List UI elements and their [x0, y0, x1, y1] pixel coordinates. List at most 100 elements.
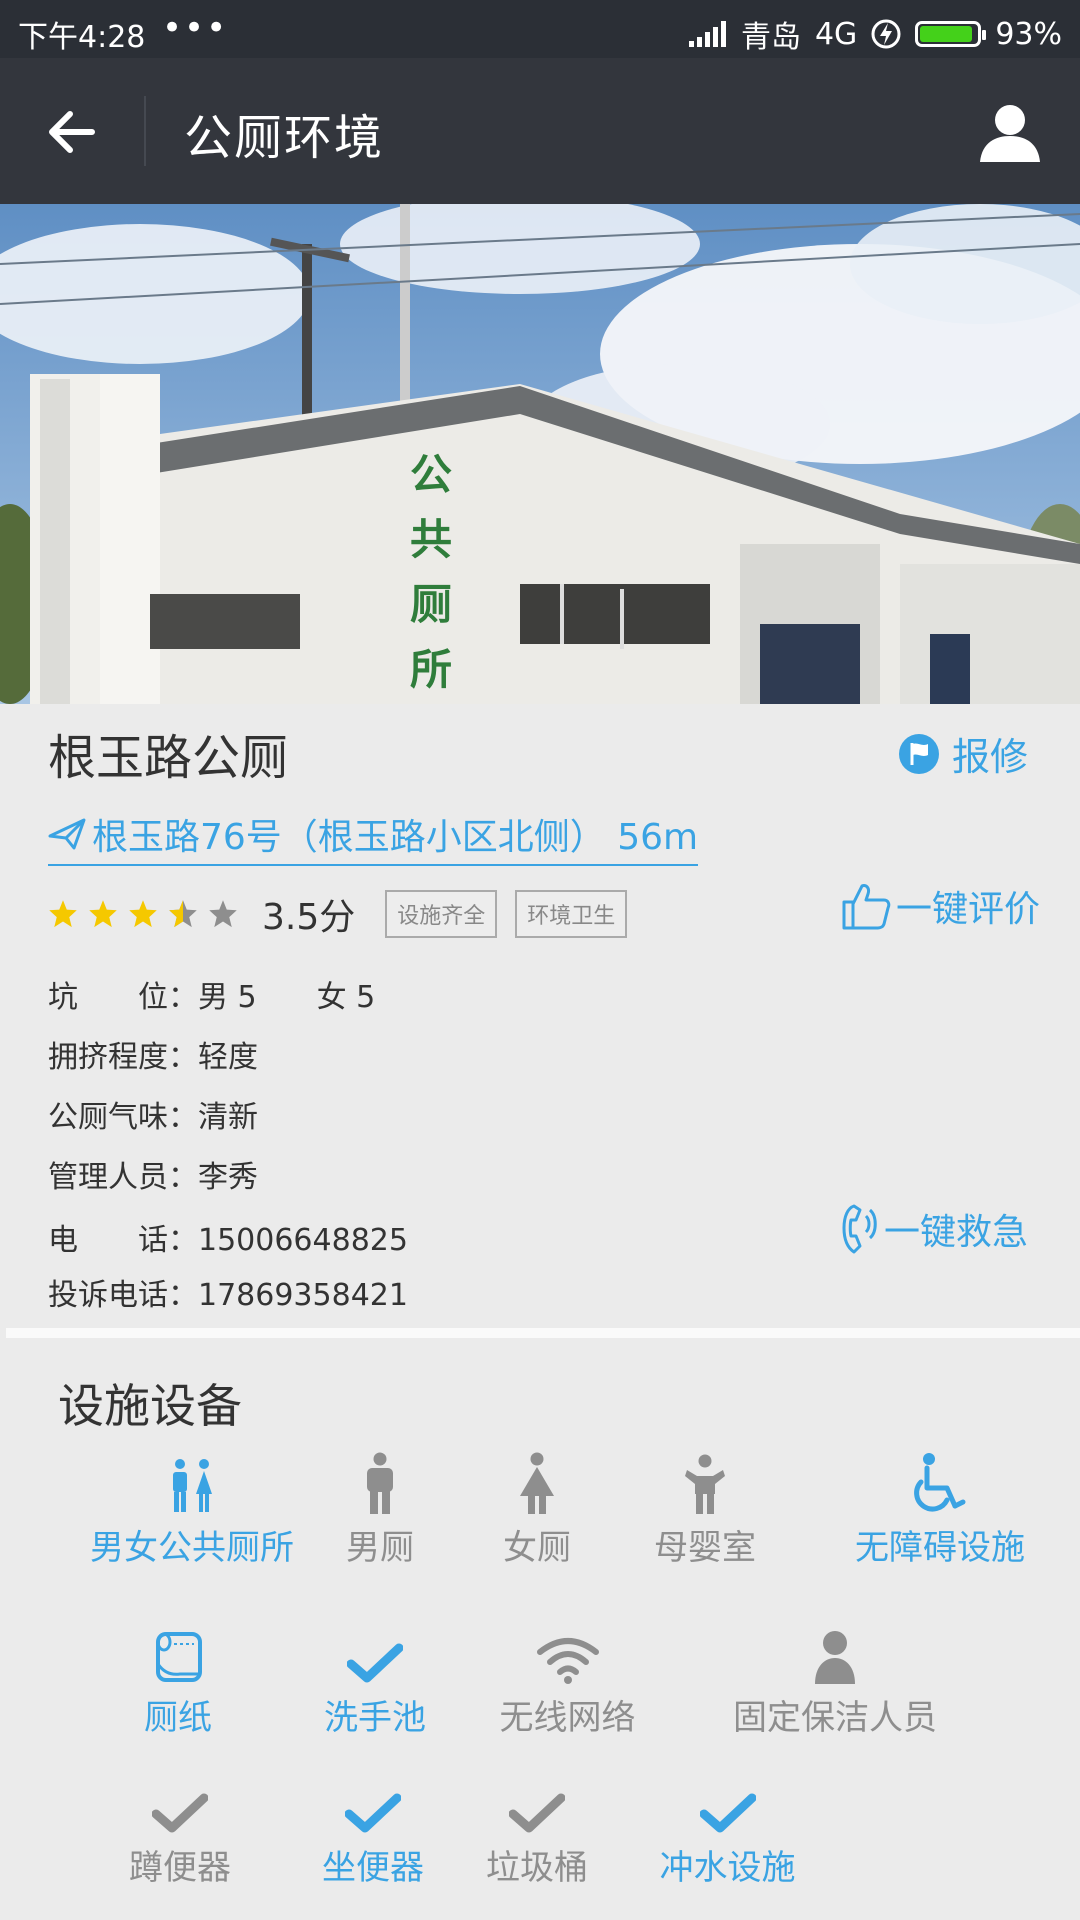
facility-label: 无障碍设施	[855, 1528, 1025, 1568]
detail-value: 李秀	[198, 1160, 258, 1195]
carrier-label: 青岛	[740, 20, 801, 55]
check-icon	[699, 1793, 756, 1833]
detail-label: 投诉电话：	[48, 1278, 198, 1313]
check-icon	[347, 1643, 403, 1683]
tag-hygiene: 环境卫生	[515, 890, 628, 938]
facility-label: 洗手池	[324, 1698, 426, 1738]
user-profile-icon[interactable]	[978, 100, 1042, 164]
emergency-button[interactable]: 一键救急	[840, 1202, 1028, 1256]
star-icon	[89, 900, 117, 928]
flag-icon	[898, 733, 939, 774]
page-title: 公厕环境	[184, 110, 385, 166]
facility-cleaner: 固定保洁人员	[720, 1620, 950, 1739]
toilet-photo: 公 共 厕 所	[0, 204, 1080, 704]
facility-accessible: 无障碍设施	[845, 1450, 1035, 1569]
detail-complaint-phone: 投诉电话：17869358421	[48, 1270, 408, 1314]
facility-label: 厕纸	[144, 1698, 212, 1738]
detail-stalls: 坑 位：男 5 女 5	[48, 972, 375, 1016]
address-text: 根玉路76号（根玉路小区北侧） 56m	[92, 817, 699, 858]
facility-label: 固定保洁人员	[733, 1698, 937, 1738]
facility-men: 男厕	[330, 1450, 430, 1569]
svg-text:共: 共	[410, 515, 452, 564]
check-icon	[152, 1793, 208, 1833]
facility-label: 蹲便器	[129, 1848, 231, 1888]
facility-label: 母婴室	[654, 1528, 756, 1568]
facility-label: 冲水设施	[659, 1848, 796, 1888]
facility-flush: 冲水设施	[645, 1770, 810, 1889]
detail-value[interactable]: 15006648825	[198, 1223, 408, 1258]
appbar-divider	[144, 96, 146, 166]
rating-score: 3.5分	[262, 897, 356, 938]
wheelchair-icon	[914, 1453, 966, 1512]
network-label: 4G	[814, 16, 858, 52]
toilet-paper-icon	[156, 1632, 202, 1682]
toilet-name: 根玉路公厕	[48, 730, 289, 786]
emergency-label: 一键救急	[883, 1212, 1028, 1253]
detail-label: 电 话：	[48, 1223, 198, 1258]
detail-label: 公厕气味：	[48, 1100, 198, 1135]
repair-button[interactable]: 报修	[898, 726, 1028, 781]
detail-value: 轻度	[198, 1040, 258, 1075]
status-time: 下午4:28	[18, 20, 146, 55]
section-divider	[6, 1328, 1080, 1338]
facility-label: 男女公共厕所	[90, 1528, 294, 1568]
star-icon	[49, 900, 77, 928]
thumbs-up-icon	[842, 884, 891, 930]
facility-wifi: 无线网络	[485, 1620, 650, 1739]
star-empty-icon	[209, 900, 237, 928]
star-rating	[48, 899, 238, 929]
facility-toilet-paper: 厕纸	[128, 1620, 228, 1739]
detail-crowd: 拥挤程度：轻度	[48, 1032, 258, 1076]
rate-label: 一键评价	[895, 889, 1040, 930]
tag-facilities: 设施齐全	[385, 890, 498, 938]
detail-manager: 管理人员：李秀	[48, 1152, 258, 1196]
wifi-icon	[536, 1638, 599, 1684]
status-bar: 下午4:28 ••• 青岛 4G 93%	[0, 0, 1080, 58]
star-icon	[129, 900, 157, 928]
detail-value[interactable]: 17869358421	[198, 1278, 408, 1313]
woman-icon	[520, 1452, 554, 1514]
detail-smell: 公厕气味：清新	[48, 1092, 258, 1136]
facility-label: 无线网络	[499, 1698, 636, 1738]
facility-women: 女厕	[487, 1450, 587, 1569]
detail-value: 男 5 女 5	[198, 980, 376, 1015]
battery-icon	[915, 21, 987, 47]
svg-text:厕: 厕	[410, 580, 452, 629]
rate-button[interactable]: 一键评价	[840, 880, 1040, 932]
baby-room-icon	[685, 1454, 725, 1514]
address-link[interactable]: 根玉路76号（根玉路小区北侧） 56m	[48, 808, 699, 866]
detail-phone: 电 话：15006648825	[48, 1215, 408, 1259]
navigation-arrow-icon	[48, 818, 86, 850]
phone-icon	[842, 1204, 877, 1254]
check-icon	[509, 1793, 565, 1833]
detail-label: 坑 位：	[48, 980, 198, 1015]
facility-label: 垃圾桶	[486, 1848, 588, 1888]
facilities-title: 设施设备	[58, 1379, 242, 1433]
check-icon	[345, 1793, 401, 1833]
person-icon	[815, 1631, 855, 1684]
facility-label: 女厕	[503, 1528, 571, 1568]
man-icon	[367, 1452, 393, 1514]
charging-icon	[871, 19, 901, 49]
half-star-icon	[169, 900, 197, 928]
facility-trash-bin: 垃圾桶	[472, 1770, 602, 1889]
facility-unisex: 男女公共厕所	[82, 1450, 302, 1569]
svg-text:公: 公	[410, 450, 452, 499]
unisex-restroom-icon	[173, 1459, 212, 1512]
app-bar: 公厕环境	[0, 58, 1080, 204]
status-right: 青岛 4G 93%	[688, 12, 1062, 56]
facility-sink: 洗手池	[310, 1620, 440, 1739]
facility-sitting-toilet: 坐便器	[308, 1770, 438, 1889]
facility-label: 坐便器	[322, 1848, 424, 1888]
detail-label: 拥挤程度：	[48, 1040, 198, 1075]
status-notification-dots: •••	[162, 8, 229, 48]
facility-label: 男厕	[346, 1528, 414, 1568]
facility-squat-toilet: 蹲便器	[115, 1770, 245, 1889]
detail-value: 清新	[198, 1100, 258, 1135]
battery-percent: 93%	[995, 16, 1062, 52]
repair-label: 报修	[951, 735, 1028, 779]
back-arrow-icon[interactable]	[42, 102, 102, 162]
facility-baby-room: 母婴室	[640, 1450, 770, 1569]
svg-text:所: 所	[410, 645, 452, 694]
rating-row: 3.5分 设施齐全 环境卫生	[48, 888, 628, 940]
